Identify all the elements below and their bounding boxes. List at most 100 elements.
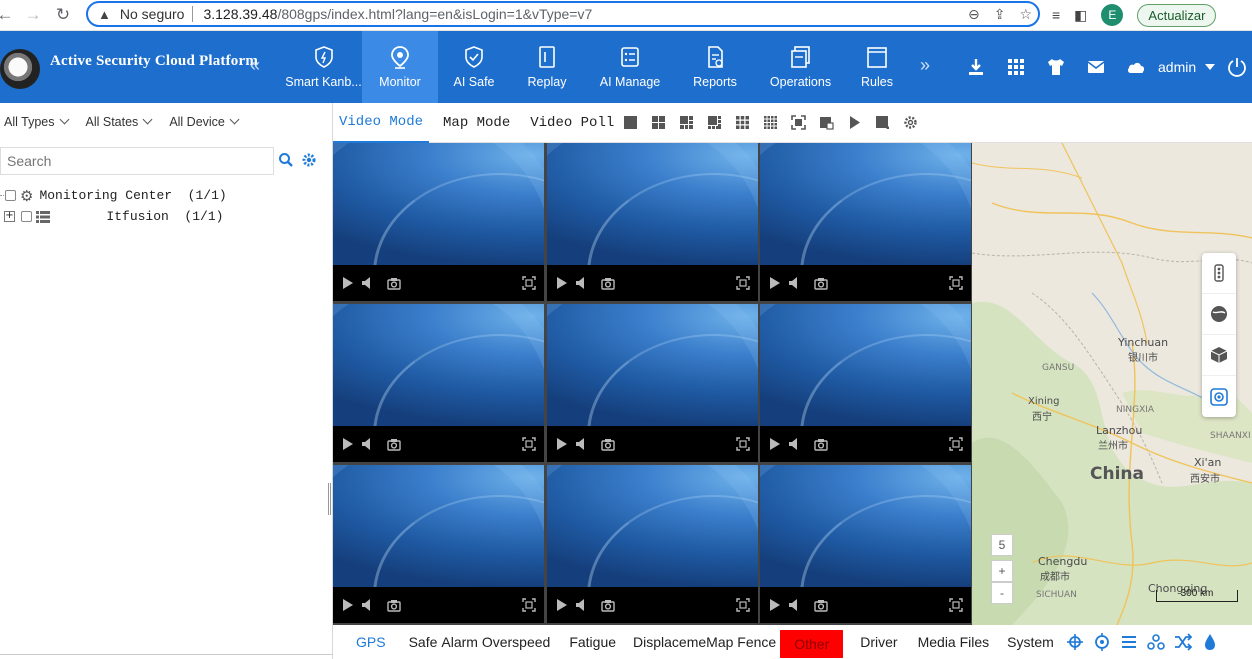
- fullscreen-icon[interactable]: [949, 598, 963, 612]
- play-icon[interactable]: [341, 598, 355, 612]
- fullscreen-icon[interactable]: [736, 276, 750, 290]
- address-bar[interactable]: ▲ No seguro 3.128.39.48/808gps/index.htm…: [86, 1, 1040, 27]
- video-settings-icon[interactable]: [896, 103, 924, 143]
- star-icon[interactable]: ☆: [1019, 6, 1032, 23]
- camera-icon[interactable]: [387, 276, 401, 290]
- play-all-icon[interactable]: [840, 103, 868, 143]
- chevron-down-icon[interactable]: [1204, 61, 1216, 73]
- tab-media-files[interactable]: Media Files: [918, 628, 990, 656]
- tab-alarm-overspeed[interactable]: Alarm Overspeed: [441, 628, 550, 656]
- download-icon[interactable]: [956, 57, 996, 77]
- play-icon[interactable]: [768, 437, 782, 451]
- nav-replay[interactable]: Replay: [510, 31, 584, 103]
- video-screen[interactable]: [547, 465, 758, 623]
- 3d-box-icon[interactable]: [1202, 335, 1236, 376]
- menu-list-icon[interactable]: [1120, 633, 1138, 651]
- volume-icon[interactable]: [361, 437, 375, 451]
- tab-map-fence[interactable]: Map Fence: [706, 628, 776, 656]
- satellite-icon[interactable]: [1202, 294, 1236, 335]
- zoom-icon[interactable]: ⊖: [968, 6, 980, 23]
- target-icon[interactable]: [1093, 633, 1111, 651]
- video-cell[interactable]: [760, 465, 971, 623]
- stop-all-icon[interactable]: [868, 103, 896, 143]
- back-icon[interactable]: ←: [0, 2, 18, 28]
- tree-checkbox[interactable]: [5, 190, 16, 201]
- water-drop-icon[interactable]: [1201, 633, 1219, 651]
- camera-icon[interactable]: [387, 437, 401, 451]
- video-cell[interactable]: [333, 304, 544, 462]
- tab-driver[interactable]: Driver: [860, 628, 897, 656]
- settings-gear-icon[interactable]: [301, 152, 317, 168]
- theme-shirt-icon[interactable]: [1036, 57, 1076, 77]
- layout-9-icon[interactable]: [728, 103, 756, 143]
- zoom-out-button[interactable]: -: [991, 582, 1013, 604]
- tab-map-mode[interactable]: Map Mode: [437, 103, 516, 143]
- search-input[interactable]: [0, 147, 274, 175]
- map-panel[interactable]: Yinchuan 银川市 GANSU NINGXIA Xining 西宁 Lan…: [972, 143, 1252, 625]
- nav-operations[interactable]: Operations: [754, 31, 847, 103]
- volume-icon[interactable]: [788, 276, 802, 290]
- nav-monitor[interactable]: Monitor: [362, 31, 438, 103]
- traffic-light-icon[interactable]: [1202, 253, 1236, 294]
- video-screen[interactable]: [333, 304, 544, 462]
- map-locate-icon[interactable]: [1202, 376, 1236, 417]
- panel-splitter[interactable]: [328, 483, 331, 515]
- layout-8-icon[interactable]: [700, 103, 728, 143]
- layout-4-icon[interactable]: [644, 103, 672, 143]
- video-cell[interactable]: [760, 304, 971, 462]
- expand-icon[interactable]: +: [4, 211, 15, 222]
- network-icon[interactable]: [1147, 633, 1165, 651]
- camera-icon[interactable]: [601, 276, 615, 290]
- play-icon[interactable]: [341, 276, 355, 290]
- tab-displacement[interactable]: Displaceme: [633, 628, 706, 656]
- shuffle-icon[interactable]: [1174, 633, 1192, 651]
- search-icon[interactable]: [278, 152, 294, 168]
- update-button[interactable]: Actualizar: [1137, 3, 1217, 27]
- share-icon[interactable]: ⇪: [994, 6, 1006, 23]
- camera-icon[interactable]: [601, 437, 615, 451]
- reload-icon[interactable]: ↻: [50, 2, 76, 28]
- window-icon[interactable]: [812, 103, 840, 143]
- filter-device-dropdown[interactable]: All Device: [169, 115, 238, 129]
- video-screen[interactable]: [760, 143, 971, 301]
- video-screen[interactable]: [333, 465, 544, 623]
- video-screen[interactable]: [760, 465, 971, 623]
- layout-6-icon[interactable]: [672, 103, 700, 143]
- video-screen[interactable]: [547, 304, 758, 462]
- volume-icon[interactable]: [575, 437, 589, 451]
- camera-icon[interactable]: [814, 437, 828, 451]
- nav-rules[interactable]: Rules: [847, 31, 907, 103]
- apps-grid-icon[interactable]: [996, 57, 1036, 77]
- fullscreen-icon[interactable]: [784, 103, 812, 143]
- video-cell[interactable]: [547, 143, 758, 301]
- nav-ai-manage[interactable]: AI Manage: [584, 31, 676, 103]
- forward-icon[interactable]: →: [20, 2, 46, 28]
- video-cell[interactable]: [760, 143, 971, 301]
- tab-video-poll[interactable]: Video Poll: [524, 103, 616, 143]
- play-icon[interactable]: [768, 598, 782, 612]
- tab-other[interactable]: Other: [780, 630, 844, 658]
- tree-node-monitoring-center[interactable]: ⚙ Monitoring Center (1/1): [0, 185, 227, 206]
- filter-states-dropdown[interactable]: All States: [86, 115, 152, 129]
- camera-icon[interactable]: [601, 598, 615, 612]
- volume-icon[interactable]: [361, 276, 375, 290]
- nav-ai-safe[interactable]: AI Safe: [438, 31, 510, 103]
- camera-icon[interactable]: [814, 276, 828, 290]
- video-cell[interactable]: [333, 465, 544, 623]
- mail-icon[interactable]: [1076, 57, 1116, 77]
- video-screen[interactable]: [333, 143, 544, 301]
- play-icon[interactable]: [341, 437, 355, 451]
- fullscreen-icon[interactable]: [522, 437, 536, 451]
- zoom-in-button[interactable]: +: [991, 560, 1013, 582]
- play-icon[interactable]: [555, 437, 569, 451]
- side-panel-icon[interactable]: ◧: [1074, 7, 1087, 24]
- tab-fatigue[interactable]: Fatigue: [569, 628, 616, 656]
- volume-icon[interactable]: [788, 598, 802, 612]
- fullscreen-icon[interactable]: [522, 598, 536, 612]
- video-cell[interactable]: [547, 465, 758, 623]
- camera-icon[interactable]: [814, 598, 828, 612]
- tab-safe[interactable]: Safe: [409, 628, 438, 656]
- cloud-icon[interactable]: [1116, 57, 1156, 77]
- tab-video-mode[interactable]: Video Mode: [333, 103, 430, 143]
- user-name[interactable]: admin: [1158, 59, 1196, 75]
